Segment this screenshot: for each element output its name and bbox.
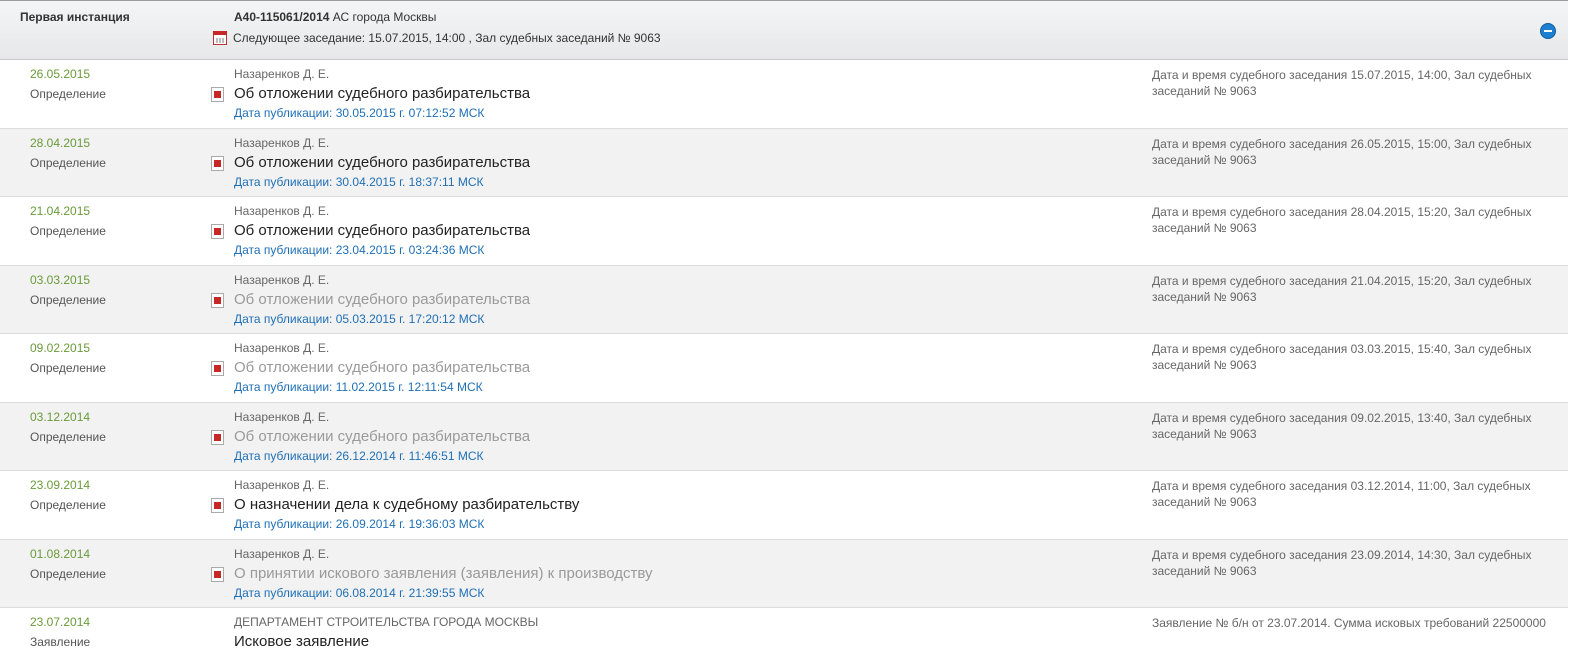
document-author: Назаренков Д. Е.	[234, 341, 330, 355]
publication-date: Дата публикации: 11.02.2015 г. 12:11:54 …	[234, 380, 483, 394]
documents-list: 26.05.2015 Определение Назаренков Д. Е. …	[0, 60, 1568, 661]
document-date: 28.04.2015	[30, 135, 91, 150]
document-info: Дата и время судебного заседания 28.04.2…	[1152, 205, 1532, 235]
publication-date: Дата публикации: 30.05.2015 г. 07:12:52 …	[234, 106, 485, 120]
calendar-icon	[213, 31, 227, 45]
document-date: 26.05.2015	[30, 67, 91, 81]
publication-date: Дата публикации: 05.03.2015 г. 17:20:12 …	[234, 311, 485, 326]
next-session: Следующее заседание: 15.07.2015, 14:00 ,…	[213, 31, 661, 45]
document-row: 23.07.2014 Заявление ДЕПАРТАМЕНТ СТРОИТЕ…	[0, 608, 1568, 661]
document-type: Определение	[30, 155, 106, 170]
case-history: Первая инстанция А40-115061/2014 АС горо…	[0, 0, 1568, 661]
instance-label: Первая инстанция	[20, 10, 130, 24]
instance-header: Первая инстанция А40-115061/2014 АС горо…	[0, 0, 1568, 60]
document-title-link[interactable]: Об отложении судебного разбирательства	[234, 428, 530, 445]
document-info: Дата и время судебного заседания 15.07.2…	[1152, 68, 1532, 98]
document-title-link[interactable]: Об отложении судебного разбирательства	[234, 359, 530, 376]
document-type: Заявление	[30, 635, 91, 649]
publication-date: Дата публикации: 26.12.2014 г. 11:46:51 …	[234, 448, 484, 463]
pdf-icon[interactable]	[211, 292, 224, 308]
pdf-icon[interactable]	[211, 498, 224, 513]
document-row: 09.02.2015 Определение Назаренков Д. Е. …	[0, 334, 1568, 403]
next-session-text: Следующее заседание: 15.07.2015, 14:00 ,…	[233, 31, 661, 45]
document-date: 03.12.2014	[30, 409, 91, 424]
document-row: 03.03.2015 Определение Назаренков Д. Е. …	[0, 265, 1568, 334]
document-title-link[interactable]: Об отложении судебного разбирательства	[234, 154, 530, 171]
document-author: Назаренков Д. Е.	[234, 67, 330, 81]
document-title-link[interactable]: Об отложении судебного разбирательства	[234, 85, 530, 102]
pdf-icon[interactable]	[211, 429, 224, 445]
document-title-link[interactable]: Об отложении судебного разбирательства	[234, 291, 530, 308]
document-info: Дата и время судебного заседания 03.03.2…	[1152, 342, 1532, 372]
document-date: 23.07.2014	[30, 615, 91, 629]
collapse-icon[interactable]	[1540, 23, 1556, 39]
document-author: Назаренков Д. Е.	[234, 478, 330, 492]
pdf-icon[interactable]	[211, 87, 224, 102]
document-date: 21.04.2015	[30, 204, 91, 218]
document-row: 21.04.2015 Определение Назаренков Д. Е. …	[0, 197, 1568, 266]
document-date: 23.09.2014	[30, 478, 91, 492]
document-title-link[interactable]: Об отложении судебного разбирательства	[234, 222, 530, 239]
document-author: Назаренков Д. Е.	[234, 204, 330, 218]
document-info: Заявление № б/н от 23.07.2014. Сумма иск…	[1152, 616, 1546, 630]
document-date: 01.08.2014	[30, 546, 91, 561]
document-info: Дата и время судебного заседания 03.12.2…	[1152, 479, 1531, 509]
document-info: Дата и время судебного заседания 21.04.2…	[1152, 273, 1532, 304]
case-number[interactable]: А40-115061/2014	[234, 10, 329, 24]
document-type: Определение	[30, 566, 106, 581]
pdf-icon[interactable]	[211, 566, 224, 582]
document-title-link[interactable]: О принятии искового заявления (заявления…	[234, 565, 653, 582]
document-info: Дата и время судебного заседания 09.02.2…	[1152, 410, 1532, 441]
document-title: Исковое заявление	[234, 633, 370, 650]
document-type: Определение	[30, 429, 106, 444]
document-info: Дата и время судебного заседания 26.05.2…	[1152, 136, 1532, 167]
publication-date: Дата публикации: 23.04.2015 г. 03:24:36 …	[234, 243, 485, 257]
document-row: 26.05.2015 Определение Назаренков Д. Е. …	[0, 60, 1568, 129]
publication-date: Дата публикации: 06.08.2014 г. 21:39:55 …	[234, 585, 485, 600]
document-author: Назаренков Д. Е.	[234, 135, 330, 150]
publication-date: Дата публикации: 30.04.2015 г. 18:37:11 …	[234, 174, 484, 189]
document-type: Определение	[30, 361, 106, 375]
document-row: 01.08.2014 Определение Назаренков Д. Е. …	[0, 539, 1568, 608]
document-type: Определение	[30, 224, 106, 238]
court-name: АС города Москвы	[329, 10, 437, 24]
document-author: ДЕПАРТАМЕНТ СТРОИТЕЛЬСТВА ГОРОДА МОСКВЫ	[234, 615, 539, 629]
document-row: 03.12.2014 Определение Назаренков Д. Е. …	[0, 402, 1568, 471]
document-row: 23.09.2014 Определение Назаренков Д. Е. …	[0, 471, 1568, 540]
document-date: 09.02.2015	[30, 341, 91, 355]
publication-date: Дата публикации: 26.09.2014 г. 19:36:03 …	[234, 517, 485, 531]
document-type: Определение	[30, 87, 106, 101]
document-author: Назаренков Д. Е.	[234, 546, 330, 561]
case-heading: А40-115061/2014 АС города Москвы	[234, 10, 436, 24]
document-author: Назаренков Д. Е.	[234, 409, 330, 424]
pdf-icon[interactable]	[211, 155, 224, 171]
document-date: 03.03.2015	[30, 272, 91, 287]
document-author: Назаренков Д. Е.	[234, 272, 330, 287]
document-type: Определение	[30, 498, 106, 512]
document-title-link[interactable]: О назначении дела к судебному разбирател…	[234, 496, 579, 513]
pdf-icon[interactable]	[211, 224, 224, 239]
pdf-icon[interactable]	[211, 361, 224, 376]
document-type: Определение	[30, 292, 106, 307]
document-row: 28.04.2015 Определение Назаренков Д. Е. …	[0, 128, 1568, 197]
document-info: Дата и время судебного заседания 23.09.2…	[1152, 547, 1532, 578]
